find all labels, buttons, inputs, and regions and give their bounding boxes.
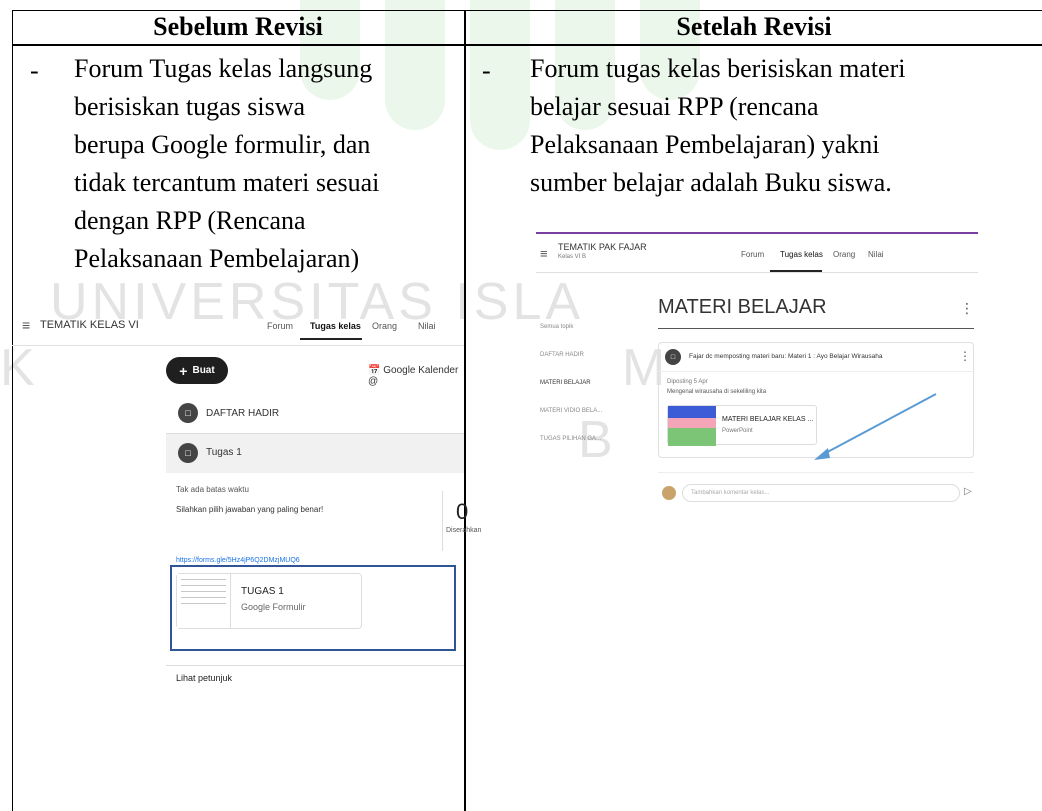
column-divider (464, 10, 466, 811)
more-vert-icon[interactable]: ⋮ (960, 300, 974, 317)
post-description: Mengenal wirausaha di sekeliling kita (667, 389, 767, 395)
tab-tugas-kelas[interactable]: Tugas kelas (310, 321, 361, 331)
class-title: TEMATIK KELAS VI (40, 319, 139, 331)
sidebar-item-daftar-hadir[interactable]: DAFTAR HADIR (540, 352, 584, 358)
bullet-before: - (30, 56, 39, 85)
instructions-link[interactable]: Lihat petunjuk (176, 673, 232, 683)
deadline-text: Tak ada batas waktu (176, 485, 249, 494)
submitted-count: 0 (456, 499, 469, 524)
post-title: Fajar dc memposting materi baru: Materi … (689, 353, 883, 360)
text-line: Pelaksanaan Pembelajaran) yakni (530, 130, 880, 159)
sidebar-item-materi-belajar[interactable]: MATERI BELAJAR (540, 380, 591, 386)
posted-date: Diposting 5 Apr (667, 379, 708, 385)
text-line: Pelaksanaan Pembelajaran) (74, 244, 360, 273)
presentation-thumbnail (668, 406, 716, 446)
drive-icon: @ (368, 376, 379, 387)
more-vert-icon[interactable]: ⋮ (959, 349, 971, 363)
menu-icon[interactable]: ≡ (540, 246, 548, 261)
avatar (662, 486, 676, 500)
text-line: berupa Google formulir, dan (74, 130, 371, 159)
calendar-label: Google Kalender (383, 365, 459, 376)
card-footer-divider (166, 665, 464, 666)
text-line: Forum tugas kelas berisiskan materi (530, 54, 906, 83)
highlight-frame (170, 565, 456, 651)
material-icon: □ (665, 349, 681, 365)
header-divider (12, 44, 1042, 46)
text-line: sumber belajar adalah Buku siswa. (530, 168, 892, 197)
comment-divider (658, 472, 974, 473)
text-line: Forum Tugas kelas langsung (74, 54, 373, 83)
header-before: Sebelum Revisi (153, 12, 323, 41)
text-line: dengan RPP (Rencana (74, 206, 306, 235)
text-line: tidak tercantum materi sesuai (74, 168, 380, 197)
calendar-icon: 📅 (368, 365, 381, 376)
send-icon[interactable]: ▷ (964, 486, 972, 497)
assignment-card[interactable]: □ Tugas 1 Tak ada batas waktu Silahkan p… (166, 433, 481, 735)
arrow-annotation (814, 393, 937, 460)
accent-line (536, 232, 978, 234)
active-tab-indicator (300, 338, 362, 340)
tab-forum[interactable]: Forum (267, 321, 293, 331)
screenshot-after: ≡ TEMATIK PAK FAJAR Kelas VI B Forum Tug… (536, 232, 978, 524)
plus-icon: + (179, 362, 188, 379)
comment-input[interactable]: Tambahkan komentar kelas... (682, 484, 960, 502)
nav-divider (536, 272, 978, 273)
tab-forum[interactable]: Forum (741, 250, 764, 259)
sidebar-item-materi-video[interactable]: MATERI VIDIO BELA... (540, 408, 602, 414)
stat-divider (442, 491, 443, 551)
text-line: belajar sesuai RPP (rencana (530, 92, 819, 121)
after-description: Forum tugas kelas berisiskan materi bela… (530, 50, 905, 202)
attachment-title: MATERI BELAJAR KELAS ... (722, 416, 814, 423)
tab-orang[interactable]: Orang (372, 321, 397, 331)
class-title: TEMATIK PAK FAJAR (558, 242, 647, 252)
screenshot-before: ≡ TEMATIK KELAS VI Forum Tugas kelas Ora… (12, 305, 481, 683)
attachment-card[interactable]: MATERI BELAJAR KELAS ... PowerPoint (667, 405, 817, 446)
menu-icon[interactable]: ≡ (22, 317, 30, 333)
submitted-label: Diserahkan (446, 527, 482, 534)
bullet-after: - (482, 56, 491, 85)
tab-nilai[interactable]: Nilai (868, 250, 884, 259)
assignment-icon: □ (178, 403, 198, 423)
form-link[interactable]: https://forms.gle/5Hz4jP6Q2DMzjMUQ6 (176, 557, 300, 564)
assignment-title: Tugas 1 (206, 447, 242, 458)
tab-tugas-kelas[interactable]: Tugas kelas (780, 250, 823, 259)
section-title: MATERI BELAJAR (658, 296, 827, 318)
calendar-link[interactable]: 📅 Google Kalender @ (368, 365, 464, 387)
sidebar-item-tugas-pilihan[interactable]: TUGAS PILIHAN GA... (540, 436, 601, 442)
tab-orang[interactable]: Orang (833, 250, 855, 259)
assignment-icon: □ (178, 443, 198, 463)
tab-nilai[interactable]: Nilai (418, 321, 436, 331)
attachment-type: PowerPoint (722, 428, 753, 434)
instruction-text: Silahkan pilih jawaban yang paling benar… (176, 505, 324, 514)
create-button[interactable]: + Buat (166, 357, 228, 384)
header-after: Setelah Revisi (676, 12, 832, 41)
sidebar-item-all[interactable]: Semua topik (540, 324, 573, 330)
topic-daftar-hadir[interactable]: DAFTAR HADIR (206, 408, 279, 419)
nav-divider (12, 345, 464, 346)
text-line: berisiskan tugas siswa (74, 92, 306, 121)
card-divider (659, 371, 975, 372)
class-subtitle: Kelas VI B (558, 254, 587, 260)
create-label: Buat (192, 365, 215, 376)
before-description: Forum Tugas kelas langsung berisiskan tu… (74, 50, 379, 278)
section-underline (658, 328, 974, 329)
